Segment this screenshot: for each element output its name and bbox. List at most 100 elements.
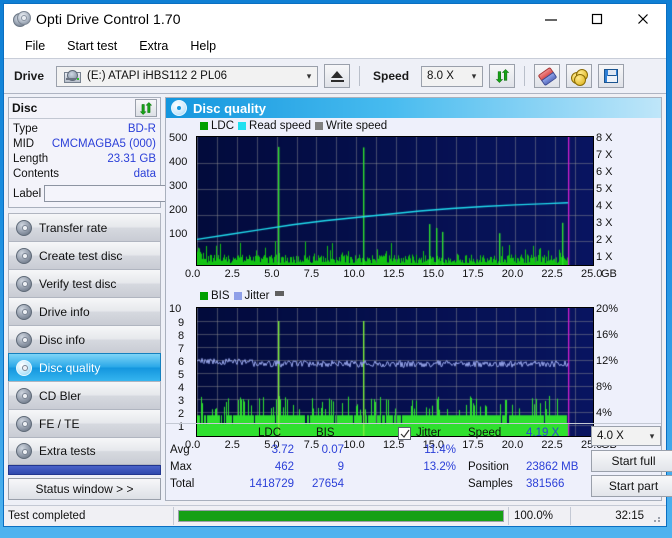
eraser-icon bbox=[537, 66, 557, 86]
bis-jitter-plot[interactable] bbox=[196, 307, 594, 437]
jitter-checkbox[interactable] bbox=[398, 427, 411, 440]
save-button[interactable] bbox=[598, 64, 625, 88]
sidebar-item-label: Verify test disc bbox=[39, 276, 117, 291]
sidebar-item-drive-info[interactable]: Drive info bbox=[8, 297, 161, 325]
sidebar-item-label: Drive info bbox=[39, 304, 90, 319]
bis-ytick-3: 3 bbox=[178, 395, 185, 407]
legend-swatch-write-speed bbox=[315, 122, 324, 130]
disc-mid-label: MID bbox=[13, 137, 35, 150]
sidebar-item-verify-test-disc[interactable]: Verify test disc bbox=[8, 269, 161, 297]
jitter-checkbox-label: Jitter bbox=[416, 427, 441, 439]
legend-label-jitter: Jitter bbox=[244, 290, 270, 302]
progress-bar bbox=[178, 510, 504, 522]
stats-total-ldc: 1418729 bbox=[249, 478, 294, 490]
xtick-label: 2.5 bbox=[224, 268, 240, 280]
disc-icon bbox=[16, 275, 32, 292]
ldc-plot[interactable] bbox=[196, 136, 594, 266]
bis-chart-legend: BIS Jitter bbox=[200, 290, 285, 302]
start-full-button[interactable]: Start full bbox=[591, 450, 672, 472]
bis-ytick-5: 5 bbox=[178, 369, 185, 381]
disc-type-label: Type bbox=[13, 122, 38, 135]
menu-start-test[interactable]: Start test bbox=[56, 37, 128, 55]
sidebar-item-transfer-rate[interactable]: Transfer rate bbox=[8, 213, 161, 241]
menu-extra[interactable]: Extra bbox=[128, 37, 179, 55]
bis-ytick-8: 8 bbox=[178, 330, 185, 342]
stats-col-ldc: LDC bbox=[258, 427, 282, 439]
legend-item-read-speed: Read speed bbox=[238, 120, 311, 132]
sidebar-item-label: Extra tests bbox=[39, 444, 96, 458]
disc-refresh-button[interactable] bbox=[135, 99, 157, 117]
app-icon bbox=[12, 11, 31, 27]
sidebar-item-disc-info[interactable]: Disc info bbox=[8, 325, 161, 353]
resize-grip-icon[interactable] bbox=[650, 509, 664, 523]
erase-button[interactable] bbox=[534, 64, 561, 88]
test-speed-select[interactable]: 4.0 X ▾ bbox=[591, 426, 661, 446]
eject-icon bbox=[331, 70, 344, 78]
ldc-ytick-100: 100 bbox=[169, 228, 188, 240]
ldc-y2tick-1x: 1 X bbox=[596, 251, 613, 263]
panel-header: Disc quality bbox=[166, 98, 661, 118]
legend-label-write-speed: Write speed bbox=[326, 120, 388, 132]
legend-label-read-speed: Read speed bbox=[249, 120, 312, 132]
stats-max-ldc: 462 bbox=[274, 461, 294, 473]
disc-row-type: Type BD-R bbox=[13, 121, 156, 136]
sidebar-item-create-test-disc[interactable]: Create test disc bbox=[8, 241, 161, 269]
minimize-icon[interactable] bbox=[528, 4, 574, 34]
ldc-ytick-200: 200 bbox=[169, 204, 188, 216]
disc-contents-label: Contents bbox=[13, 167, 60, 180]
coins-icon bbox=[571, 69, 589, 86]
disc-contents-value: data bbox=[133, 167, 156, 180]
refresh-button[interactable] bbox=[489, 64, 516, 88]
sidebar-item-label: FE / TE bbox=[39, 416, 80, 431]
close-icon[interactable] bbox=[620, 4, 666, 34]
xtick-label: 15.0 bbox=[422, 268, 445, 280]
xtick-label: 7.5 bbox=[303, 268, 320, 280]
samples-stat-value: 381566 bbox=[526, 478, 565, 490]
stats-col-bis: BIS bbox=[316, 427, 335, 439]
charts-area: LDC Read speed Write speed 500 400 300 2… bbox=[166, 118, 661, 451]
maximize-icon[interactable] bbox=[574, 4, 620, 34]
stats-avg-ldc: 3.72 bbox=[271, 444, 294, 456]
stats-panel: LDC BIS Jitter Avg Max Total 3.72 462 14… bbox=[166, 423, 672, 500]
stats-total-bis: 27654 bbox=[312, 478, 344, 490]
sidebar-item-cd-bler[interactable]: CD Bler bbox=[8, 381, 161, 409]
optical-drive-icon bbox=[64, 69, 82, 83]
sidebar-item-extra-tests[interactable]: Extra tests bbox=[8, 437, 161, 465]
elapsed-time: 32:15 bbox=[570, 507, 650, 525]
legend-item-write-speed: Write speed bbox=[315, 120, 387, 132]
legend-swatch-unlabeled bbox=[275, 291, 285, 296]
status-window-button[interactable]: Status window > > bbox=[8, 478, 161, 500]
menu-file[interactable]: File bbox=[14, 37, 56, 55]
sidebar-item-label: Create test disc bbox=[39, 248, 123, 263]
drive-label: Drive bbox=[14, 69, 45, 83]
menu-help[interactable]: Help bbox=[179, 37, 227, 55]
xaxis-unit: GB bbox=[601, 268, 617, 280]
speed-stat-label: Speed bbox=[468, 427, 502, 439]
ldc-y2tick-5x: 5 X bbox=[596, 183, 613, 195]
settings-button[interactable] bbox=[566, 64, 593, 88]
bis-ytick-4: 4 bbox=[178, 382, 185, 394]
test-speed-value: 4.0 X bbox=[597, 430, 624, 442]
eject-button[interactable] bbox=[324, 64, 351, 88]
disc-mid-value: CMCMAGBA5 (000) bbox=[51, 137, 156, 150]
legend-label-bis: BIS bbox=[211, 290, 230, 302]
start-part-button[interactable]: Start part bbox=[591, 475, 672, 497]
xtick-label: 22.5 bbox=[541, 268, 563, 280]
legend-swatch-read-speed bbox=[238, 122, 247, 130]
xtick-label: 20.0 bbox=[501, 268, 524, 280]
speed-select[interactable]: 8.0 X ▾ bbox=[421, 65, 484, 87]
disc-label-row: Label bbox=[13, 183, 250, 204]
menu-bar: File Start test Extra Help bbox=[4, 34, 666, 58]
sidebar-item-fe-te[interactable]: FE / TE bbox=[8, 409, 161, 437]
legend-swatch-ldc bbox=[200, 122, 208, 130]
sidebar-item-label: Transfer rate bbox=[39, 220, 108, 235]
drive-select[interactable]: (E:) ATAPI iHBS112 2 PL06 ▾ bbox=[56, 65, 319, 87]
sidebar-item-disc-quality[interactable]: Disc quality bbox=[8, 353, 161, 381]
progress-percent: 100.0% bbox=[508, 507, 570, 525]
drive-select-value: (E:) ATAPI iHBS112 2 PL06 bbox=[87, 70, 228, 82]
app-window: Opti Drive Control 1.70 File Start test … bbox=[3, 3, 672, 527]
position-stat-label: Position bbox=[468, 461, 509, 473]
chevron-down-icon: ▾ bbox=[649, 430, 655, 441]
drive-toolbar: Drive (E:) ATAPI iHBS112 2 PL06 ▾ Speed … bbox=[4, 58, 666, 94]
disc-icon bbox=[16, 303, 32, 320]
